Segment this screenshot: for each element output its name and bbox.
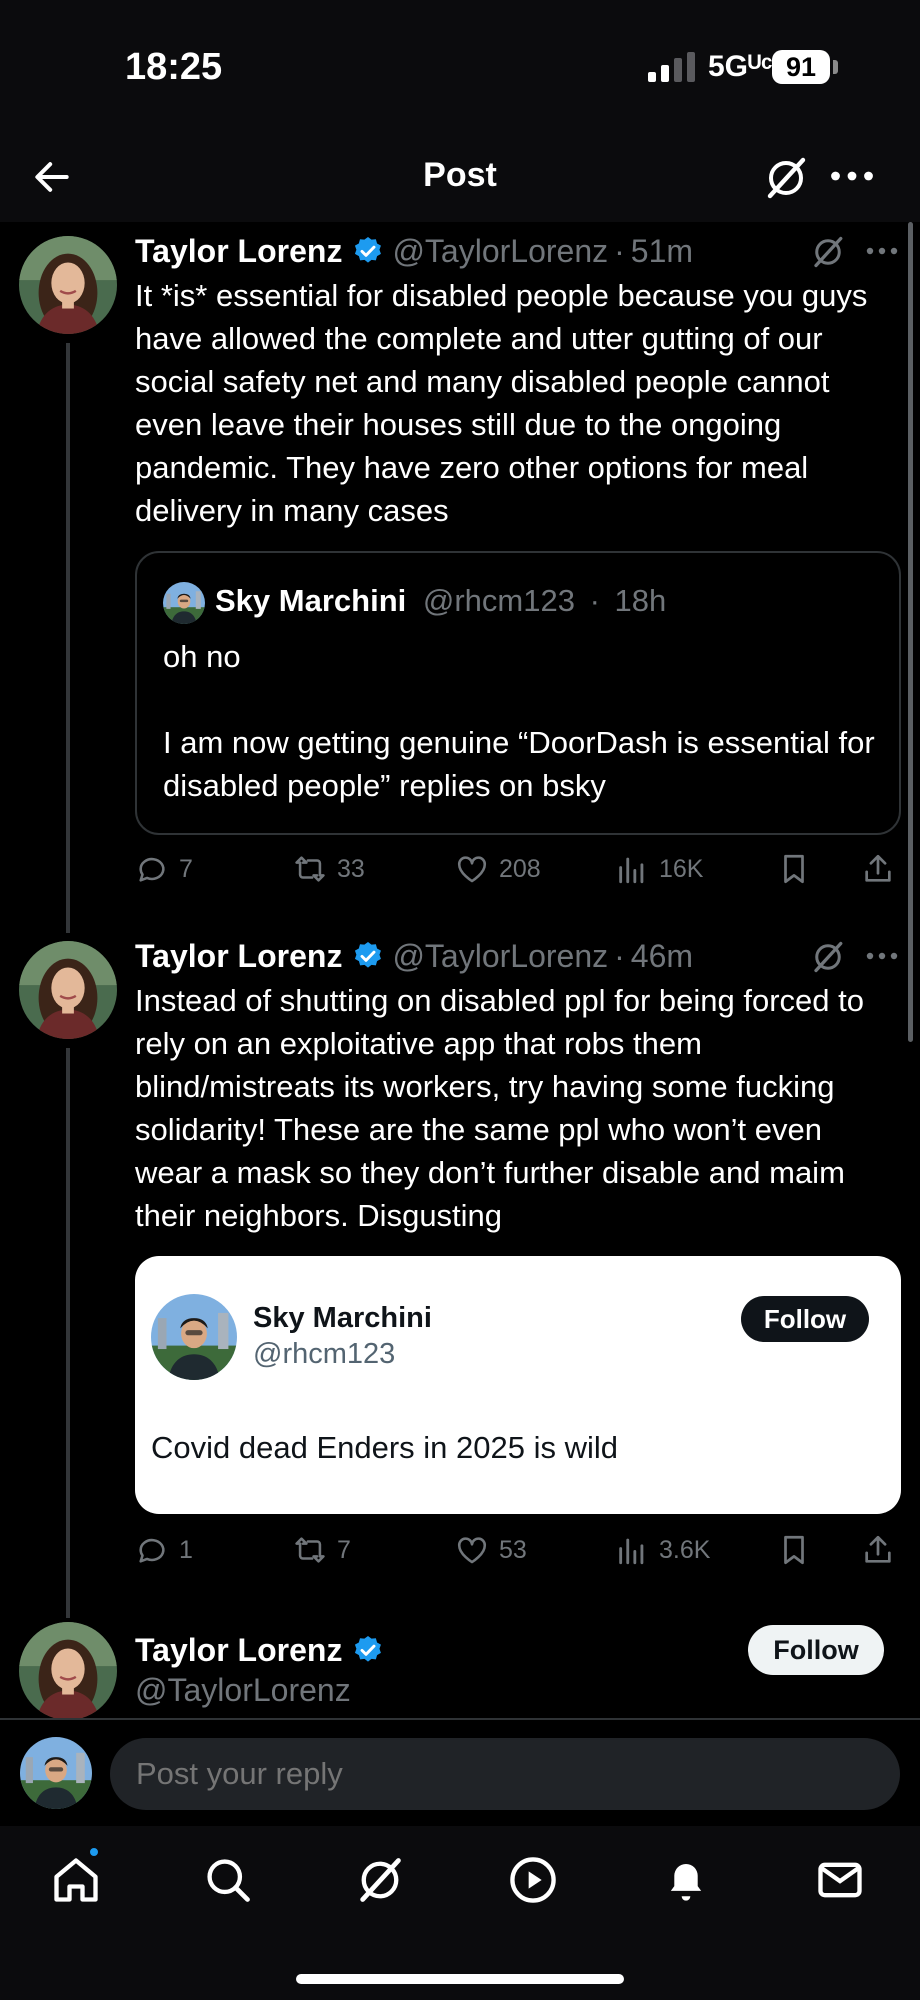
- status-bar: 18:25 5GᵁᶜC 91: [0, 0, 920, 140]
- avatar[interactable]: [19, 1622, 117, 1720]
- like-count: 208: [499, 854, 541, 883]
- avatar: [151, 1294, 237, 1380]
- card-author-name: Sky Marchini: [253, 1302, 432, 1334]
- post-header: Post: [0, 140, 920, 222]
- repost-icon: [293, 852, 327, 886]
- follow-button[interactable]: Follow: [748, 1625, 884, 1675]
- repost-icon: [293, 1533, 327, 1567]
- card-author-handle: @rhcm123: [253, 1338, 396, 1370]
- grok-icon[interactable]: [810, 234, 846, 270]
- reply-input[interactable]: [110, 1738, 900, 1810]
- thread-connector: [66, 343, 70, 933]
- bell-icon[interactable]: [660, 1854, 712, 1906]
- avatar[interactable]: [19, 236, 117, 334]
- quoted-author-row: Sky Marchini @rhcm123 · 18h: [215, 583, 666, 619]
- home-indicator: [296, 1974, 624, 1984]
- view-count: 16K: [659, 854, 704, 883]
- post-author-row: Taylor Lorenz: [135, 1630, 392, 1670]
- share-icon: [861, 852, 895, 886]
- post-author-row: Taylor Lorenz @TaylorLorenz · 46m: [135, 936, 693, 976]
- grok-icon[interactable]: [354, 1854, 406, 1906]
- like-count: 53: [499, 1535, 527, 1564]
- reply-count: 1: [179, 1535, 193, 1564]
- like-icon: [455, 852, 489, 886]
- repost-count: 33: [337, 854, 365, 883]
- follow-button[interactable]: Follow: [741, 1296, 869, 1342]
- avatar[interactable]: [19, 941, 117, 1039]
- more-options-icon[interactable]: [830, 164, 874, 188]
- card-text: Covid dead Enders in 2025 is wild: [151, 1430, 618, 1465]
- thread-connector: [66, 1048, 70, 1618]
- post-text: Instead of shutting on disabled ppl for …: [135, 983, 864, 1233]
- reply-composer: [0, 1718, 920, 1826]
- more-options-icon[interactable]: [866, 243, 898, 259]
- bookmark-icon: [777, 852, 811, 886]
- verified-icon: [352, 235, 384, 267]
- reply-button[interactable]: 1: [135, 1530, 193, 1570]
- views-button[interactable]: 3.6K: [615, 1530, 710, 1570]
- share-button[interactable]: [861, 1530, 895, 1570]
- quoted-post-text: oh no I am now getting genuine “DoorDash…: [163, 639, 875, 803]
- bookmark-button[interactable]: [777, 849, 811, 889]
- like-icon: [455, 1533, 489, 1567]
- avatar: [20, 1737, 92, 1809]
- quoted-author-name: Sky Marchini: [215, 583, 407, 618]
- quoted-post-time: 18h: [614, 583, 667, 618]
- mail-icon[interactable]: [814, 1854, 866, 1906]
- post-actions: 7 33 208 16K: [135, 849, 901, 889]
- embedded-post-card[interactable]: Sky Marchini @rhcm123 Follow Covid dead …: [135, 1256, 901, 1514]
- cellular-signal-icon: [648, 52, 695, 82]
- home-icon[interactable]: [50, 1854, 102, 1906]
- author-handle[interactable]: @TaylorLorenz: [392, 233, 608, 270]
- quoted-post[interactable]: Sky Marchini @rhcm123 · 18h oh no I am n…: [135, 551, 901, 835]
- author-handle[interactable]: @TaylorLorenz: [392, 938, 608, 975]
- bottom-tab-bar: [0, 1826, 920, 2000]
- separator-dot: ·: [589, 583, 600, 618]
- reply-button[interactable]: 7: [135, 849, 193, 889]
- views-icon: [615, 1533, 649, 1567]
- post-author-row: Taylor Lorenz @TaylorLorenz · 51m: [135, 231, 693, 271]
- avatar: [163, 582, 205, 624]
- status-time: 18:25: [125, 46, 223, 88]
- repost-button[interactable]: 33: [293, 849, 365, 889]
- repost-button[interactable]: 7: [293, 1530, 351, 1570]
- reply-count: 7: [179, 854, 193, 883]
- post-text: It *is* essential for disabled people be…: [135, 278, 868, 528]
- share-icon: [861, 1533, 895, 1567]
- like-button[interactable]: 208: [455, 849, 541, 889]
- quoted-author-handle: @rhcm123: [422, 583, 575, 618]
- like-button[interactable]: 53: [455, 1530, 527, 1570]
- reply-icon: [135, 1533, 169, 1567]
- bookmark-button[interactable]: [777, 1530, 811, 1570]
- views-button[interactable]: 16K: [615, 849, 703, 889]
- grok-icon[interactable]: [810, 939, 846, 975]
- video-icon[interactable]: [507, 1854, 559, 1906]
- post-time[interactable]: 51m: [631, 233, 693, 270]
- battery-tip: [833, 60, 838, 74]
- reply-icon: [135, 852, 169, 886]
- author-name[interactable]: Taylor Lorenz: [135, 1632, 342, 1669]
- bookmark-icon: [777, 1533, 811, 1567]
- share-button[interactable]: [861, 849, 895, 889]
- view-count: 3.6K: [659, 1535, 711, 1564]
- views-icon: [615, 852, 649, 886]
- separator-dot: ·: [614, 232, 625, 269]
- scrollbar[interactable]: [908, 222, 913, 1042]
- more-options-icon[interactable]: [866, 948, 898, 964]
- post-actions: 1 7 53 3.6K: [135, 1530, 901, 1570]
- battery-level: 91: [772, 50, 830, 84]
- search-icon[interactable]: [202, 1854, 254, 1906]
- author-name[interactable]: Taylor Lorenz: [135, 938, 342, 975]
- verified-icon: [352, 940, 384, 972]
- author-name[interactable]: Taylor Lorenz: [135, 233, 342, 270]
- verified-icon: [352, 1634, 384, 1666]
- post-time[interactable]: 46m: [631, 938, 693, 975]
- repost-count: 7: [337, 1535, 351, 1564]
- notification-dot: [88, 1846, 100, 1858]
- separator-dot: ·: [614, 937, 625, 974]
- grok-icon[interactable]: [762, 152, 810, 204]
- author-handle[interactable]: @TaylorLorenz: [135, 1672, 351, 1709]
